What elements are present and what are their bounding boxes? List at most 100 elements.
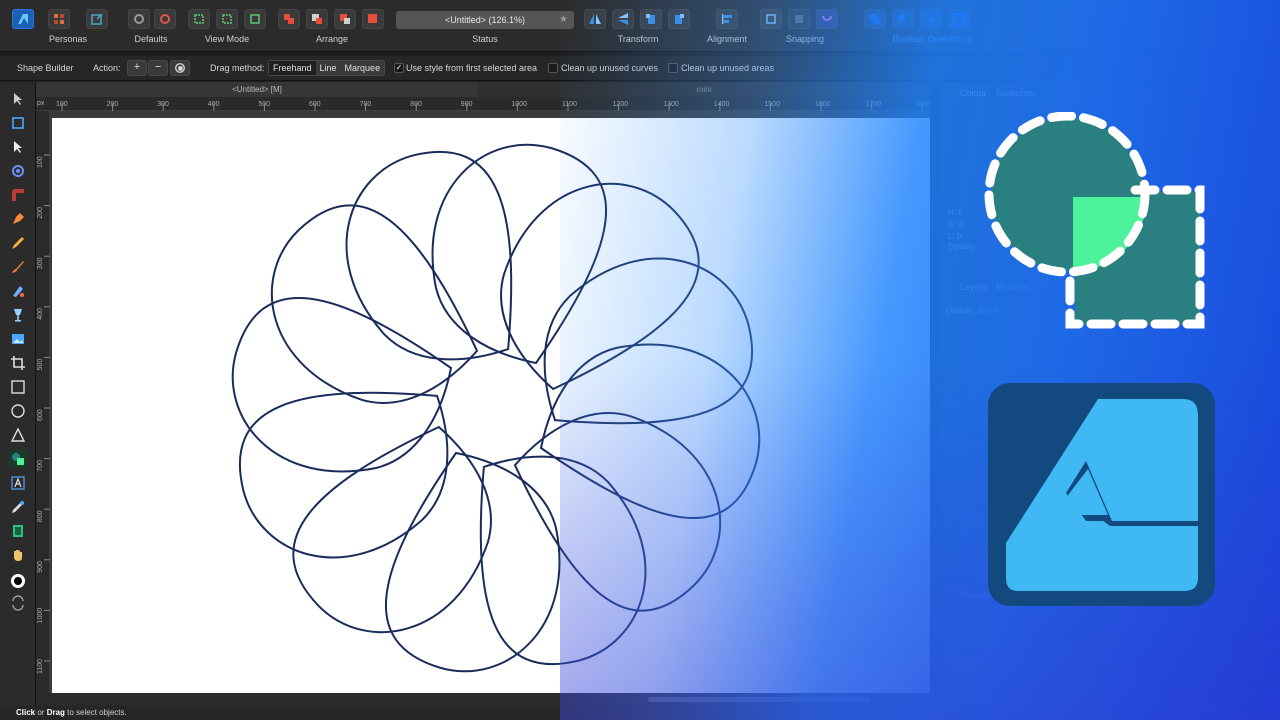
rectangle-tool[interactable] [9, 378, 27, 396]
ruler-tick-label: 500 [258, 101, 270, 108]
view-mode-button-2[interactable] [216, 9, 238, 29]
shape-builder-icon [12, 453, 24, 465]
arrange-forward-button[interactable] [334, 9, 356, 29]
snapping-toggle-button[interactable] [816, 9, 838, 29]
revert-defaults-button[interactable] [154, 9, 176, 29]
horizontal-scrollbar-thumb[interactable] [648, 697, 870, 702]
flower-petal[interactable] [464, 148, 723, 424]
ruler-tick-label: 1000 [37, 608, 44, 624]
colour-swatch[interactable] [9, 572, 27, 590]
rotate-right-button[interactable] [668, 9, 690, 29]
status-field[interactable]: <Untitled> (126.1%) ★ [396, 11, 574, 29]
crop-tool[interactable] [9, 354, 27, 372]
status-bar: Click or Drag to select objects. [0, 706, 1280, 720]
export-persona-button[interactable] [86, 9, 108, 29]
flower-petal[interactable] [309, 125, 568, 401]
boolean-add-button[interactable] [864, 9, 886, 29]
drag-method-marquee[interactable]: Marquee [341, 61, 385, 75]
pen-tool[interactable] [9, 210, 27, 228]
artboard[interactable] [52, 118, 930, 693]
ruler-tick-label: 800 [410, 101, 422, 108]
flower-petal[interactable] [213, 335, 489, 594]
transparency-tool[interactable] [9, 306, 27, 324]
flower-petal[interactable] [231, 296, 453, 473]
main-toolbar: Personas Defaults View Mode Arrange <Unt… [0, 0, 1280, 52]
personas-label: Personas [48, 34, 88, 44]
pencil-tool[interactable] [9, 234, 27, 252]
view-mode-button-1[interactable] [188, 9, 210, 29]
shape-builder-tool[interactable] [9, 450, 27, 468]
ruler-tick-label: 1100 [562, 101, 577, 108]
flower-shape[interactable] [52, 118, 930, 693]
flower-petal[interactable] [431, 143, 608, 365]
snapping-label: Snapping [785, 34, 825, 44]
slice-icon [13, 525, 23, 537]
color-picker-tool[interactable] [9, 498, 27, 516]
place-image-tool[interactable] [9, 330, 27, 348]
arrange-back-button[interactable] [278, 9, 300, 29]
use-style-checkbox[interactable]: ✓ [394, 63, 404, 73]
flip-vertical-icon [618, 13, 628, 25]
keep-mode-button[interactable] [170, 60, 190, 76]
flower-petal[interactable] [423, 415, 682, 691]
snapping-grid-button[interactable] [788, 9, 810, 29]
artboard-tool[interactable] [9, 114, 27, 132]
drag-method-freehand[interactable]: Freehand [269, 61, 316, 75]
move-tool[interactable] [9, 90, 27, 108]
flip-vertical-button[interactable] [612, 9, 634, 29]
frame-icon [194, 14, 204, 24]
corner-tool[interactable] [9, 186, 27, 204]
point-transform-tool[interactable] [9, 162, 27, 180]
star-icon[interactable]: ★ [559, 11, 568, 29]
subtract-mode-button[interactable]: − [148, 60, 168, 76]
view-mode-button-3[interactable] [244, 9, 266, 29]
swap-colours-button[interactable] [9, 594, 27, 612]
flower-petal[interactable] [503, 221, 779, 480]
sync-defaults-button[interactable] [128, 9, 150, 29]
swap-icon [12, 595, 24, 611]
ellipse-tool[interactable] [9, 402, 27, 420]
view-tool[interactable] [9, 546, 27, 564]
fill-tool[interactable] [9, 282, 27, 300]
flower-petal[interactable] [539, 343, 761, 520]
rotate-left-button[interactable] [640, 9, 662, 29]
triangle-tool[interactable] [9, 426, 27, 444]
designer-persona-button[interactable] [12, 9, 34, 29]
hint-rest: to select objects. [64, 708, 127, 717]
tab-swatches[interactable]: Swatches [996, 88, 1035, 98]
ruler-tick-label: 500 [37, 359, 44, 371]
clean-areas-checkbox[interactable] [668, 63, 678, 73]
horizontal-ruler: 100 200 300 400 500 600 700 800 900 1000 1100 1200 1… [36, 97, 932, 111]
boolean-intersect-button[interactable] [920, 9, 942, 29]
flip-horizontal-icon [589, 14, 601, 24]
brush-tool[interactable] [9, 258, 27, 276]
slice-tool[interactable] [9, 522, 27, 540]
pixel-persona-button[interactable] [48, 9, 70, 29]
tab-mini[interactable]: mini [478, 82, 930, 97]
tab-untitled[interactable]: <Untitled> [M] [36, 82, 478, 97]
flower-petal[interactable] [480, 376, 756, 635]
drag-method-line[interactable]: Line [316, 61, 341, 75]
tab-colour[interactable]: Colour [960, 88, 987, 98]
ruler-tick-label: 1800 [916, 101, 930, 108]
add-mode-button[interactable]: + [127, 60, 147, 76]
snapping-options-button[interactable] [760, 9, 782, 29]
ruler-tick-label: 400 [208, 101, 220, 108]
pointer-icon [14, 93, 22, 105]
text-tool[interactable] [9, 474, 27, 492]
alignment-group: Alignment [707, 0, 747, 52]
flip-horizontal-button[interactable] [584, 9, 606, 29]
node-tool[interactable] [9, 138, 27, 156]
ruler-tick-label: 800 [37, 510, 44, 522]
arrange-front-button[interactable] [362, 9, 384, 29]
horizontal-scrollbar[interactable] [36, 693, 930, 706]
alignment-button[interactable] [716, 9, 738, 29]
flower-petal[interactable] [269, 392, 528, 668]
arrange-backward-button[interactable] [306, 9, 328, 29]
flower-petal[interactable] [236, 181, 512, 440]
flower-petal[interactable] [384, 451, 561, 673]
vertical-ruler-ticks: 100 200 300 400 500 600 700 800 900 1000 1100 [37, 154, 50, 674]
boolean-xor-button[interactable] [948, 9, 970, 29]
clean-curves-checkbox[interactable] [548, 63, 558, 73]
boolean-subtract-button[interactable] [892, 9, 914, 29]
